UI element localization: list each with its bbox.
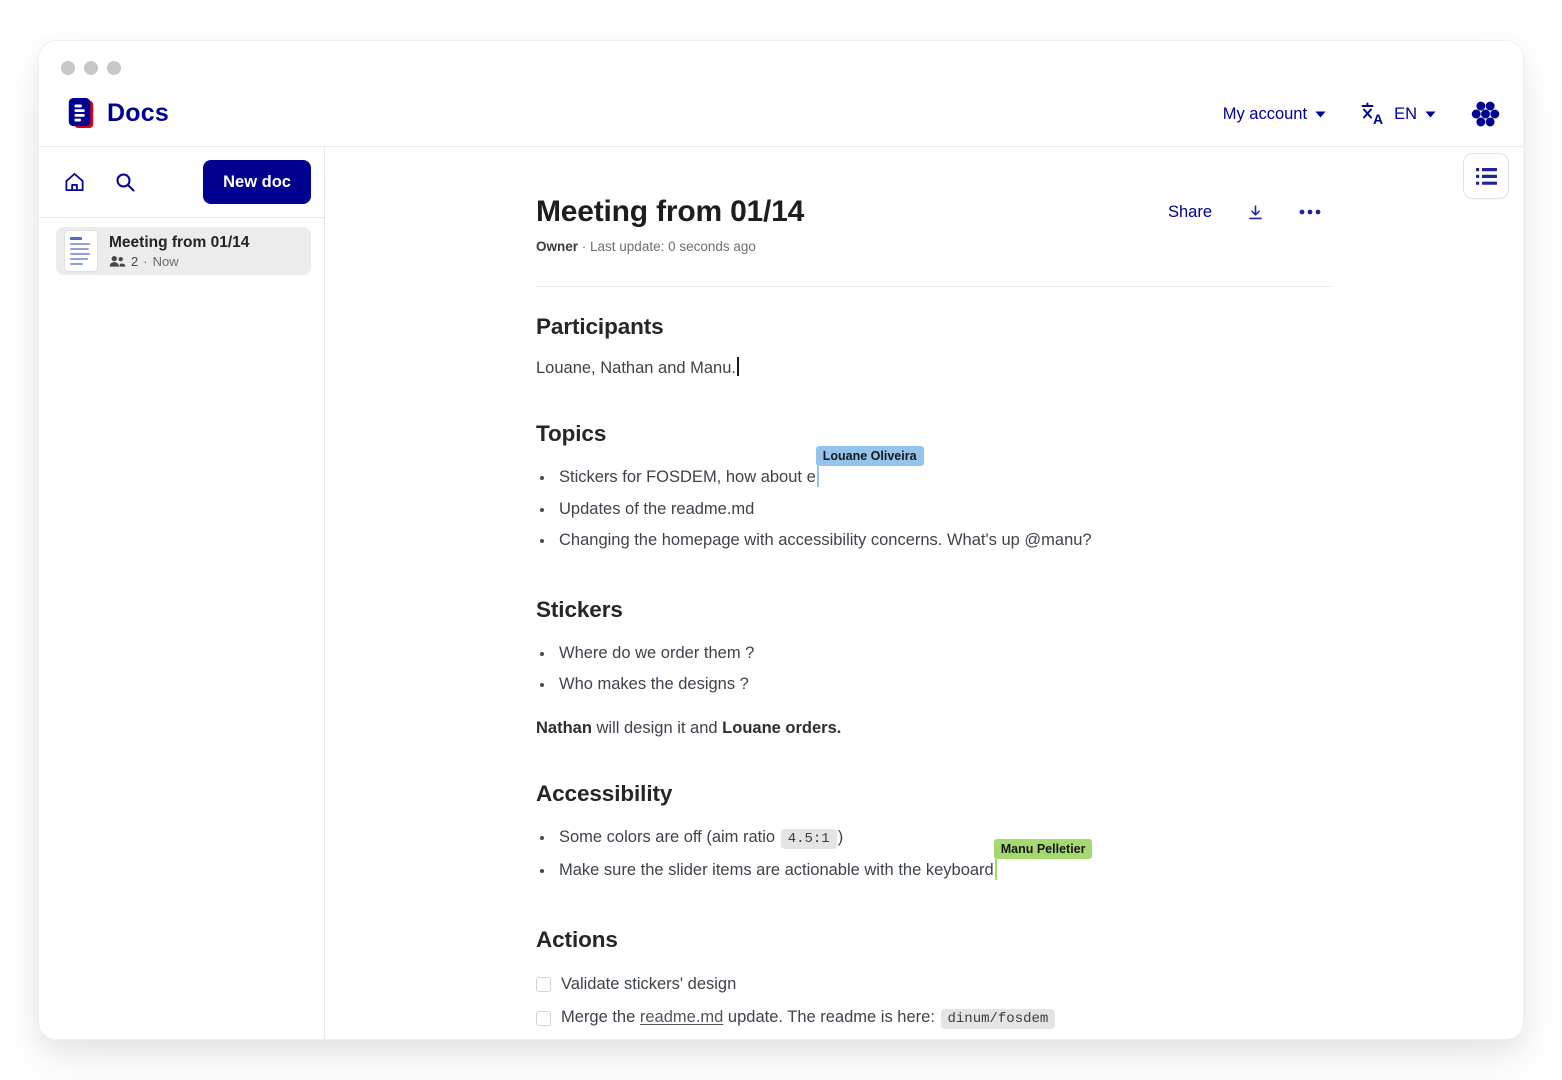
doc-list-item[interactable]: Meeting from 01/14 2 · Now: [56, 227, 311, 275]
doc-item-time: Now: [153, 254, 179, 269]
home-icon: [63, 171, 86, 193]
last-update-text: · Last update: 0 seconds ago: [582, 239, 756, 254]
doc-item-info: Meeting from 01/14 2 · Now: [109, 233, 249, 269]
search-button[interactable]: [114, 171, 136, 193]
list-item: Who makes the designs ?: [555, 669, 1331, 701]
app-logo: Docs: [65, 96, 169, 130]
translate-icon: A: [1360, 101, 1386, 127]
accessibility-list: Some colors are off (aim ratio 4.5:1) Ma…: [536, 822, 1331, 887]
section-heading-participants: Participants: [536, 314, 1331, 340]
search-icon: [114, 171, 136, 193]
language-selector[interactable]: A EN: [1360, 101, 1436, 127]
table-of-contents-icon: [1476, 167, 1497, 186]
collab-cursor-louane: Louane Oliveira: [817, 466, 820, 487]
todo-text: Merge the readme.md update. The readme i…: [561, 1001, 1056, 1036]
docs-logo-icon: [65, 96, 97, 130]
code-span: 4.5:1: [781, 829, 837, 849]
stickers-list: Where do we order them ? Who makes the d…: [536, 638, 1331, 701]
chevron-down-icon: [1425, 111, 1436, 118]
my-account-button[interactable]: My account: [1223, 105, 1326, 124]
document-actions: Share: [1168, 203, 1331, 222]
owner-badge: Owner: [536, 239, 578, 254]
download-icon: [1246, 203, 1265, 222]
checkbox[interactable]: [536, 977, 551, 992]
chevron-down-icon: [1315, 111, 1326, 118]
table-of-contents-button[interactable]: [1463, 153, 1509, 199]
sidebar-toolbar: New doc: [39, 147, 324, 218]
meta-separator: ·: [143, 254, 147, 269]
participants-text: Louane, Nathan and Manu.: [536, 355, 1331, 381]
section-heading-topics: Topics: [536, 421, 1331, 447]
document-title[interactable]: Meeting from 01/14: [536, 195, 804, 229]
language-label: EN: [1394, 105, 1417, 124]
people-icon: [109, 255, 126, 268]
window-controls: [61, 61, 121, 75]
app-window: Docs My account: [38, 40, 1524, 1040]
topics-list: Stickers for FOSDEM, how about eLouane O…: [536, 462, 1331, 557]
main-panel: Meeting from 01/14 Share: [325, 147, 1523, 1039]
home-button[interactable]: [63, 171, 86, 193]
sidebar: New doc Meeting from 01/14: [39, 147, 325, 1039]
window-dot: [84, 61, 98, 75]
list-item: Make sure the slider items are actionabl…: [555, 855, 1331, 887]
header-actions: My account A: [1223, 96, 1501, 132]
list-item: Some colors are off (aim ratio 4.5:1): [555, 822, 1331, 856]
window-dot: [61, 61, 75, 75]
ellipsis-icon: [1299, 209, 1321, 215]
stickers-note: Nathan will design it and Louane orders.: [536, 715, 1331, 741]
editor-content[interactable]: Participants Louane, Nathan and Manu. To…: [536, 314, 1331, 1039]
code-span: dinum/fosdem: [941, 1009, 1056, 1029]
section-heading-accessibility: Accessibility: [536, 781, 1331, 807]
todo-item: Merge the readme.md update. The readme i…: [536, 1001, 1331, 1036]
more-options-button[interactable]: [1299, 209, 1321, 215]
list-item: Where do we order them ?: [555, 638, 1331, 670]
text-caret: [737, 357, 739, 376]
new-doc-button[interactable]: New doc: [203, 160, 311, 204]
list-item: Stickers for FOSDEM, how about eLouane O…: [555, 462, 1331, 494]
share-button[interactable]: Share: [1168, 203, 1212, 222]
document: Meeting from 01/14 Share: [325, 195, 1331, 1039]
list-item: Changing the homepage with accessibility…: [555, 525, 1331, 557]
doc-item-title: Meeting from 01/14: [109, 233, 249, 252]
checkbox[interactable]: [536, 1011, 551, 1026]
readme-link[interactable]: readme.md: [640, 1008, 723, 1026]
download-button[interactable]: [1246, 203, 1265, 222]
section-heading-stickers: Stickers: [536, 597, 1331, 623]
document-meta: Owner · Last update: 0 seconds ago: [536, 239, 1331, 254]
collab-cursor-manu: Manu Pelletier: [995, 859, 998, 880]
svg-text:A: A: [1373, 111, 1383, 127]
collab-cursor-label: Manu Pelletier: [994, 839, 1093, 859]
apps-waffle-button[interactable]: [1470, 101, 1501, 127]
doc-list: Meeting from 01/14 2 · Now: [39, 218, 324, 275]
todo-item: Send to print: [536, 1036, 1331, 1040]
app-title: Docs: [107, 99, 169, 128]
collab-cursor-label: Louane Oliveira: [816, 446, 924, 466]
section-heading-actions: Actions: [536, 927, 1331, 953]
window-dot: [107, 61, 121, 75]
doc-collaborator-count: 2: [131, 254, 138, 269]
todo-item: Validate stickers' design: [536, 968, 1331, 1001]
app-header: Docs My account: [39, 41, 1523, 147]
my-account-label: My account: [1223, 105, 1307, 124]
list-item: Updates of the readme.md: [555, 494, 1331, 526]
doc-thumbnail-icon: [65, 231, 97, 271]
apps-waffle-icon: [1470, 101, 1501, 127]
doc-item-meta: 2 · Now: [109, 254, 249, 269]
header-divider: [536, 286, 1331, 287]
